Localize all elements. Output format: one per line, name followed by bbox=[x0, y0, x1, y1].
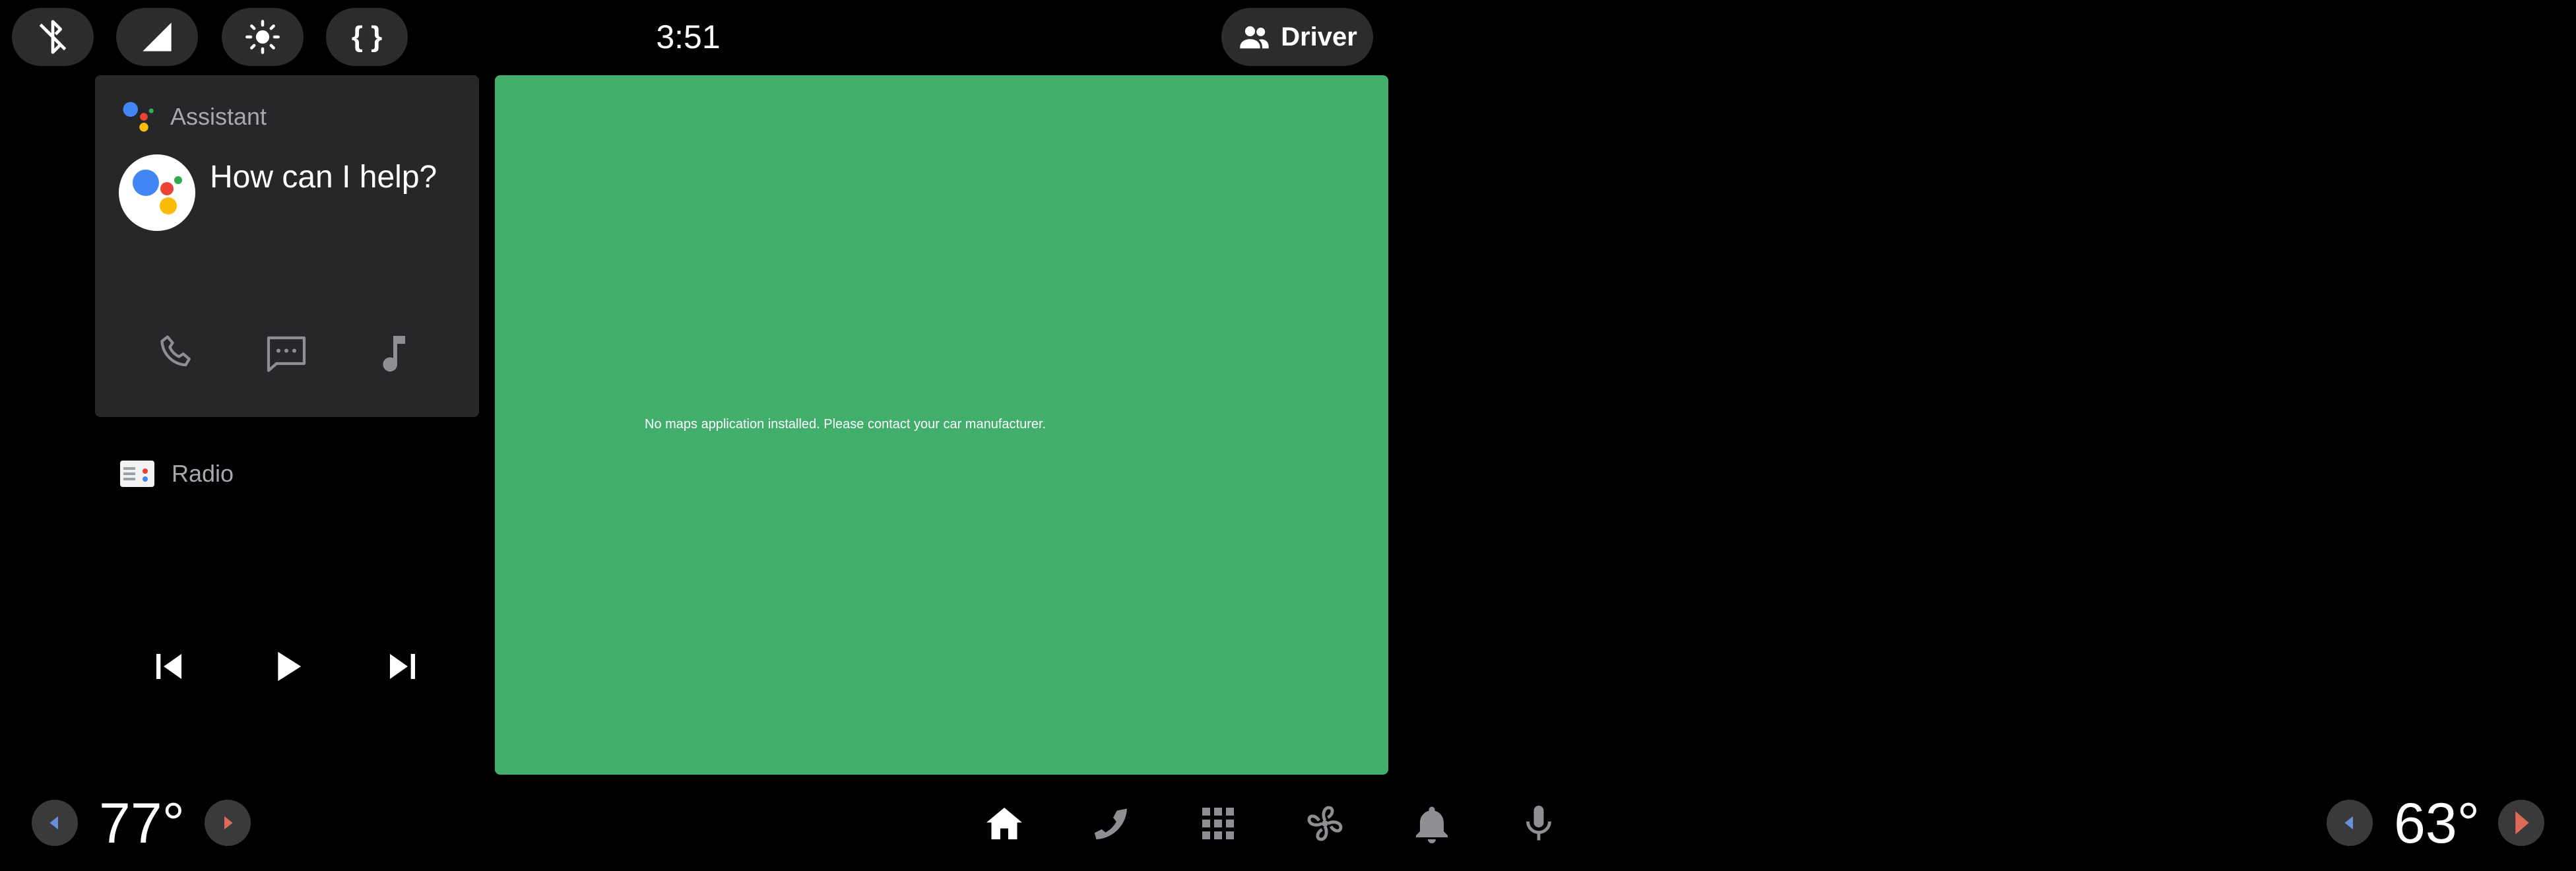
skip-next-icon bbox=[390, 654, 415, 679]
passenger-temperature: 63° bbox=[2394, 792, 2480, 855]
nav-voice[interactable] bbox=[1515, 800, 1562, 847]
assistant-avatar bbox=[119, 154, 195, 231]
assistant-app-name: Assistant bbox=[170, 103, 267, 130]
user-profile-label: Driver bbox=[1281, 22, 1357, 51]
passenger-temp-up-button[interactable] bbox=[2498, 800, 2544, 846]
nav-notifications[interactable] bbox=[1408, 800, 1456, 847]
map-unavailable-message: No maps application installed. Please co… bbox=[645, 417, 1046, 432]
brightness-toggle[interactable] bbox=[222, 8, 304, 66]
chevron-right-icon bbox=[224, 816, 233, 829]
cellular-signal-icon bbox=[143, 22, 172, 51]
chevron-left-icon bbox=[49, 816, 58, 829]
driver-temp-up-button[interactable] bbox=[205, 800, 251, 846]
skip-next-button[interactable] bbox=[377, 641, 428, 692]
chevron-left-icon bbox=[2344, 816, 2353, 829]
radio-icon bbox=[120, 461, 154, 487]
driver-temp-down-button[interactable] bbox=[32, 800, 78, 846]
music-note-icon bbox=[383, 336, 405, 372]
assistant-logo-icon bbox=[123, 102, 154, 132]
assistant-message-action[interactable] bbox=[263, 330, 310, 377]
passenger-temp-down-button[interactable] bbox=[2327, 800, 2373, 846]
play-icon bbox=[278, 651, 302, 682]
phone-icon bbox=[1094, 808, 1127, 839]
nav-app-grid[interactable] bbox=[1194, 800, 1242, 847]
map-panel[interactable]: No maps application installed. Please co… bbox=[495, 75, 1388, 775]
skip-previous-button[interactable] bbox=[144, 641, 194, 692]
bluetooth-disabled-icon bbox=[39, 20, 67, 54]
nav-phone[interactable] bbox=[1087, 800, 1135, 847]
bluetooth-toggle[interactable] bbox=[12, 8, 94, 66]
phone-icon bbox=[160, 335, 191, 367]
message-icon bbox=[267, 336, 306, 372]
assistant-music-action[interactable] bbox=[370, 330, 417, 377]
assistant-card[interactable]: Assistant How can I help? bbox=[95, 75, 479, 417]
assistant-orb-icon bbox=[133, 170, 182, 214]
media-source-name: Radio bbox=[172, 460, 234, 487]
people-icon bbox=[1240, 26, 1269, 49]
play-button[interactable] bbox=[261, 641, 311, 692]
clock: 3:51 bbox=[656, 18, 721, 55]
chevron-right-icon bbox=[2515, 811, 2529, 835]
home-icon bbox=[986, 808, 1022, 839]
nav-hvac[interactable] bbox=[1301, 800, 1349, 847]
nav-home[interactable] bbox=[981, 800, 1028, 847]
fan-hvac-icon bbox=[1307, 806, 1343, 841]
cellular-toggle[interactable] bbox=[116, 8, 198, 66]
assistant-call-action[interactable] bbox=[154, 330, 202, 377]
debug-braces-icon: { } bbox=[351, 20, 383, 53]
user-profile-button[interactable]: Driver bbox=[1221, 8, 1373, 66]
microphone-icon bbox=[1526, 806, 1551, 841]
driver-temperature: 77° bbox=[99, 792, 185, 855]
skip-previous-icon bbox=[156, 654, 181, 679]
assistant-prompt: How can I help? bbox=[210, 160, 437, 195]
assistant-header: Assistant bbox=[120, 100, 267, 133]
debug-button[interactable]: { } bbox=[326, 8, 408, 66]
car-home-screen: { } 3:51 Driver Assistant How can I help… bbox=[0, 0, 2576, 871]
app-grid-icon bbox=[1202, 808, 1234, 839]
notification-bell-icon bbox=[1416, 806, 1448, 843]
media-source-header[interactable]: Radio bbox=[120, 457, 234, 491]
brightness-icon bbox=[245, 20, 280, 54]
